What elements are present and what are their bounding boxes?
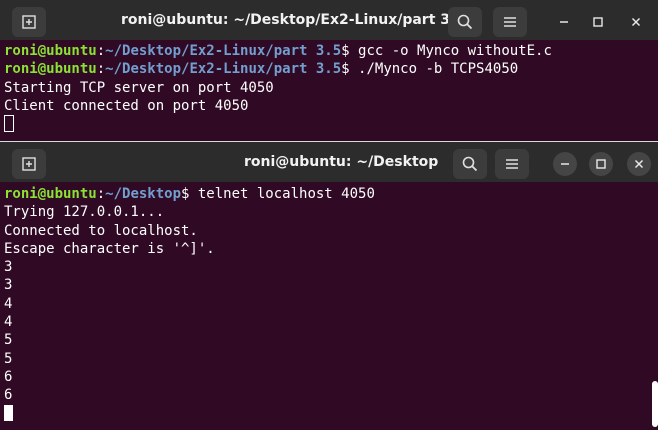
minimize-button[interactable]: [553, 152, 577, 176]
close-icon: [634, 159, 644, 169]
prompt-path: ~/Desktop: [105, 186, 182, 202]
search-icon: [457, 14, 473, 30]
prompt-colon: :: [96, 43, 106, 59]
prompt-path: ~/Desktop/Ex2-Linux/part 3.5: [105, 43, 342, 59]
prompt-user: roni@ubuntu: [4, 186, 97, 202]
terminal-window-top[interactable]: roni@ubuntu: ~/Desktop/Ex2-Linux/part 3.…: [0, 0, 658, 141]
output-line: 6: [4, 387, 13, 404]
cursor-line: [4, 115, 654, 133]
output-line: 5: [4, 350, 13, 367]
prompt-colon: :: [96, 186, 106, 202]
prompt-path: ~/Desktop/Ex2-Linux/part 3.5: [105, 61, 342, 78]
maximize-button[interactable]: [586, 10, 610, 34]
menu-button[interactable]: [495, 149, 529, 179]
search-button[interactable]: [453, 149, 487, 179]
new-tab-icon: [22, 15, 36, 29]
output-line: Escape character is '^]'.: [4, 240, 215, 257]
command-text: $ telnet localhost 4050: [181, 186, 375, 202]
prompt-user: roni@ubuntu: [4, 43, 97, 59]
maximize-icon: [593, 17, 603, 27]
command-line: roni@ubuntu:~/Desktop$ telnet localhost …: [4, 185, 654, 203]
command-line: roni@ubuntu:~/Desktop/Ex2-Linux/part 3.5…: [4, 60, 654, 78]
command-line: roni@ubuntu:~/Desktop/Ex2-Linux/part 3.5…: [4, 42, 654, 60]
window-title: roni@ubuntu: ~/Desktop: [244, 154, 439, 170]
terminal-window-bottom[interactable]: roni@ubuntu: ~/Desktop roni@ubuntu:~/Des…: [0, 142, 658, 430]
text-cursor: [4, 404, 13, 421]
window-title: roni@ubuntu: ~/Desktop/Ex2-Linux/part 3.…: [121, 12, 466, 28]
output-line: Starting TCP server on port 4050: [4, 79, 274, 96]
close-button[interactable]: [627, 152, 651, 176]
cursor-line: [4, 404, 654, 423]
terminal-output[interactable]: roni@ubuntu:~/Desktop$ telnet localhost …: [0, 182, 658, 423]
output-line: Trying 127.0.0.1...: [4, 204, 165, 221]
maximize-button[interactable]: [589, 152, 613, 176]
prompt-user: roni@ubuntu: [4, 61, 97, 78]
menu-button[interactable]: [493, 7, 527, 37]
output-line: 4: [4, 314, 13, 331]
output-line: Connected to localhost.: [4, 222, 198, 239]
new-tab-icon: [22, 157, 36, 171]
scrollbar-thumb[interactable]: [652, 381, 658, 427]
hamburger-menu-icon: [504, 17, 516, 27]
command-text: $ ./Mynco -b TCPS4050: [341, 61, 519, 78]
output-line: 6: [4, 368, 13, 385]
search-icon: [462, 156, 478, 172]
titlebar[interactable]: roni@ubuntu: ~/Desktop/Ex2-Linux/part 3.…: [0, 0, 658, 40]
minimize-button[interactable]: [552, 10, 576, 34]
output-line: 3: [4, 259, 13, 276]
new-tab-button[interactable]: [12, 7, 46, 37]
terminal-output[interactable]: roni@ubuntu:~/Desktop/Ex2-Linux/part 3.5…: [0, 40, 658, 133]
search-button[interactable]: [448, 7, 482, 37]
close-button[interactable]: [624, 10, 648, 34]
maximize-icon: [596, 159, 606, 169]
new-tab-button[interactable]: [12, 149, 46, 179]
output-line: 3: [4, 277, 13, 294]
output-line: Client connected on port 4050: [4, 97, 249, 114]
titlebar[interactable]: roni@ubuntu: ~/Desktop: [0, 142, 658, 182]
close-icon: [631, 17, 641, 27]
minimize-icon: [560, 21, 568, 23]
command-text: $ gcc -o Mynco withoutE.c: [341, 43, 552, 59]
text-cursor: [4, 115, 14, 133]
hamburger-menu-icon: [506, 159, 518, 169]
minimize-icon: [561, 163, 569, 165]
output-line: 5: [4, 332, 13, 349]
prompt-colon: :: [96, 61, 106, 78]
output-line: 4: [4, 295, 13, 312]
